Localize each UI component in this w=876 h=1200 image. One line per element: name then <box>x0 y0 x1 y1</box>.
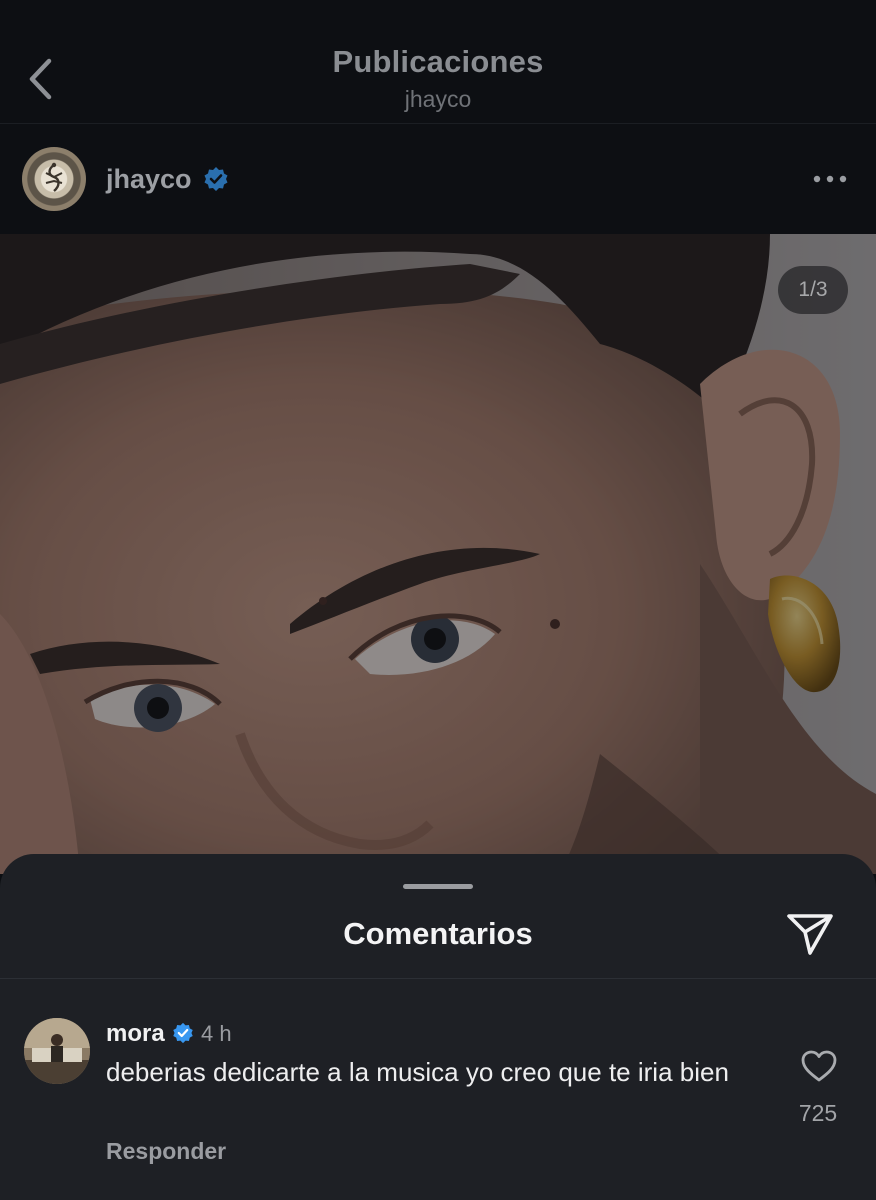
verified-badge-icon <box>173 1022 193 1044</box>
scorpion-logo-icon <box>45 162 63 192</box>
commenter-photo <box>24 1018 90 1084</box>
image-dim-overlay <box>0 234 876 874</box>
more-options-button[interactable] <box>810 164 850 194</box>
sheet-drag-handle[interactable] <box>403 884 473 889</box>
page-subtitle: jhayco <box>404 86 472 112</box>
share-button[interactable] <box>784 910 836 958</box>
image-counter-badge: 1/3 <box>778 266 848 314</box>
commenter-username[interactable]: mora <box>106 1020 165 1048</box>
post-image[interactable] <box>0 234 876 874</box>
instagram-post-screen: Publicaciones jhayco jhayco 1/3 Comentar… <box>0 0 876 1200</box>
top-navigation-bar: Publicaciones jhayco <box>0 0 876 124</box>
post-header: jhayco <box>0 124 876 234</box>
page-title: Publicaciones <box>332 44 544 79</box>
like-comment-button[interactable] <box>798 1046 840 1086</box>
comments-sheet: Comentarios mora 4 h deberias dedicarte … <box>0 854 876 1200</box>
post-author-avatar[interactable] <box>22 147 86 211</box>
more-horizontal-icon <box>813 175 847 183</box>
comments-title: Comentarios <box>343 916 533 951</box>
comment-like-count: 725 <box>798 1100 838 1126</box>
commenter-avatar[interactable] <box>24 1018 90 1084</box>
reply-button[interactable]: Responder <box>106 1138 226 1165</box>
comment-item: mora 4 h deberias dedicarte a la musica … <box>0 1004 876 1194</box>
post-author-username[interactable]: jhayco <box>106 164 192 195</box>
comment-timestamp: 4 h <box>201 1021 232 1046</box>
comment-text: deberias dedicarte a la musica yo creo q… <box>106 1057 729 1087</box>
heart-icon <box>801 1050 837 1082</box>
verified-badge-icon <box>204 167 228 191</box>
sheet-divider <box>0 978 876 979</box>
paper-plane-icon <box>787 914 833 955</box>
